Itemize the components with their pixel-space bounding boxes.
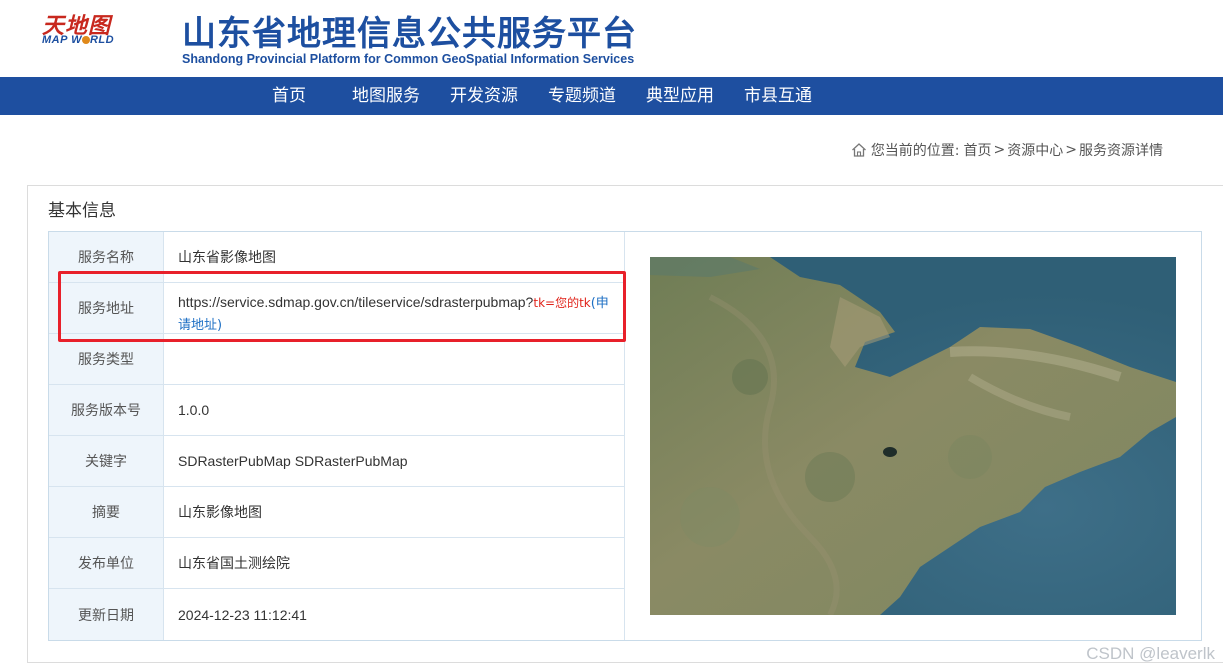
satellite-map-thumbnail[interactable] [650,257,1176,615]
table-row: 服务版本号 1.0.0 [49,385,624,436]
row-value: SDRasterPubMap SDRasterPubMap [178,453,408,469]
breadcrumb-current: 服务资源详情 [1079,143,1163,159]
row-value: 山东省国土测绘院 [178,556,290,572]
table-row: 摘要 山东影像地图 [49,487,624,538]
row-label: 服务版本号 [49,385,164,435]
breadcrumb-separator: > [1065,142,1077,158]
csdn-watermark: CSDN @leaverlk [1086,644,1215,663]
row-label: 更新日期 [49,589,164,640]
row-label: 发布单位 [49,538,164,588]
nav-item-typical-apps[interactable]: 典型应用 [646,77,714,115]
nav-item-home[interactable]: 首页 [272,77,306,115]
nav-item-topic-channels[interactable]: 专题频道 [548,77,616,115]
site-title: 山东省地理信息公共服务平台 [182,14,637,54]
breadcrumb-home-link[interactable]: 首页 [964,140,992,160]
breadcrumb-resource-center-link[interactable]: 资源中心 [1007,140,1063,160]
site-subtitle: Shandong Provincial Platform for Common … [182,52,635,66]
globe-icon [81,36,90,45]
home-icon [851,143,866,157]
row-value: 2024-12-23 11:12:41 [178,606,307,623]
logo-en-text: MAP W RLD [42,34,115,46]
nav-item-city-county[interactable]: 市县互通 [744,77,812,115]
table-row: 发布单位 山东省国土测绘院 [49,538,624,589]
breadcrumb: 您当前的位置: 首页 > 资源中心 > 服务资源详情 [851,140,1163,160]
panel-title: 基本信息 [48,201,116,221]
tianditu-logo[interactable]: 天地图 MAP W RLD [40,8,152,52]
nav-item-map-services[interactable]: 地图服务 [352,77,420,115]
row-label: 关键字 [49,436,164,486]
table-row: 更新日期 2024-12-23 11:12:41 [49,589,624,640]
row-value: 1.0.0 [178,402,210,418]
nav-item-dev-resources[interactable]: 开发资源 [450,77,518,115]
red-highlight-box [58,271,626,342]
breadcrumb-separator: > [993,142,1006,158]
row-label: 摘要 [49,487,164,537]
breadcrumb-prefix: 您当前的位置: [870,143,960,159]
main-nav: 首页 地图服务 开发资源 专题频道 典型应用 市县互通 [0,77,1223,115]
table-row: 关键字 SDRasterPubMap SDRasterPubMap [49,436,624,487]
site-header: 天地图 MAP W RLD 山东省地理信息公共服务平台 Shandong Prov… [0,0,1223,77]
row-value: 山东影像地图 [178,505,262,521]
